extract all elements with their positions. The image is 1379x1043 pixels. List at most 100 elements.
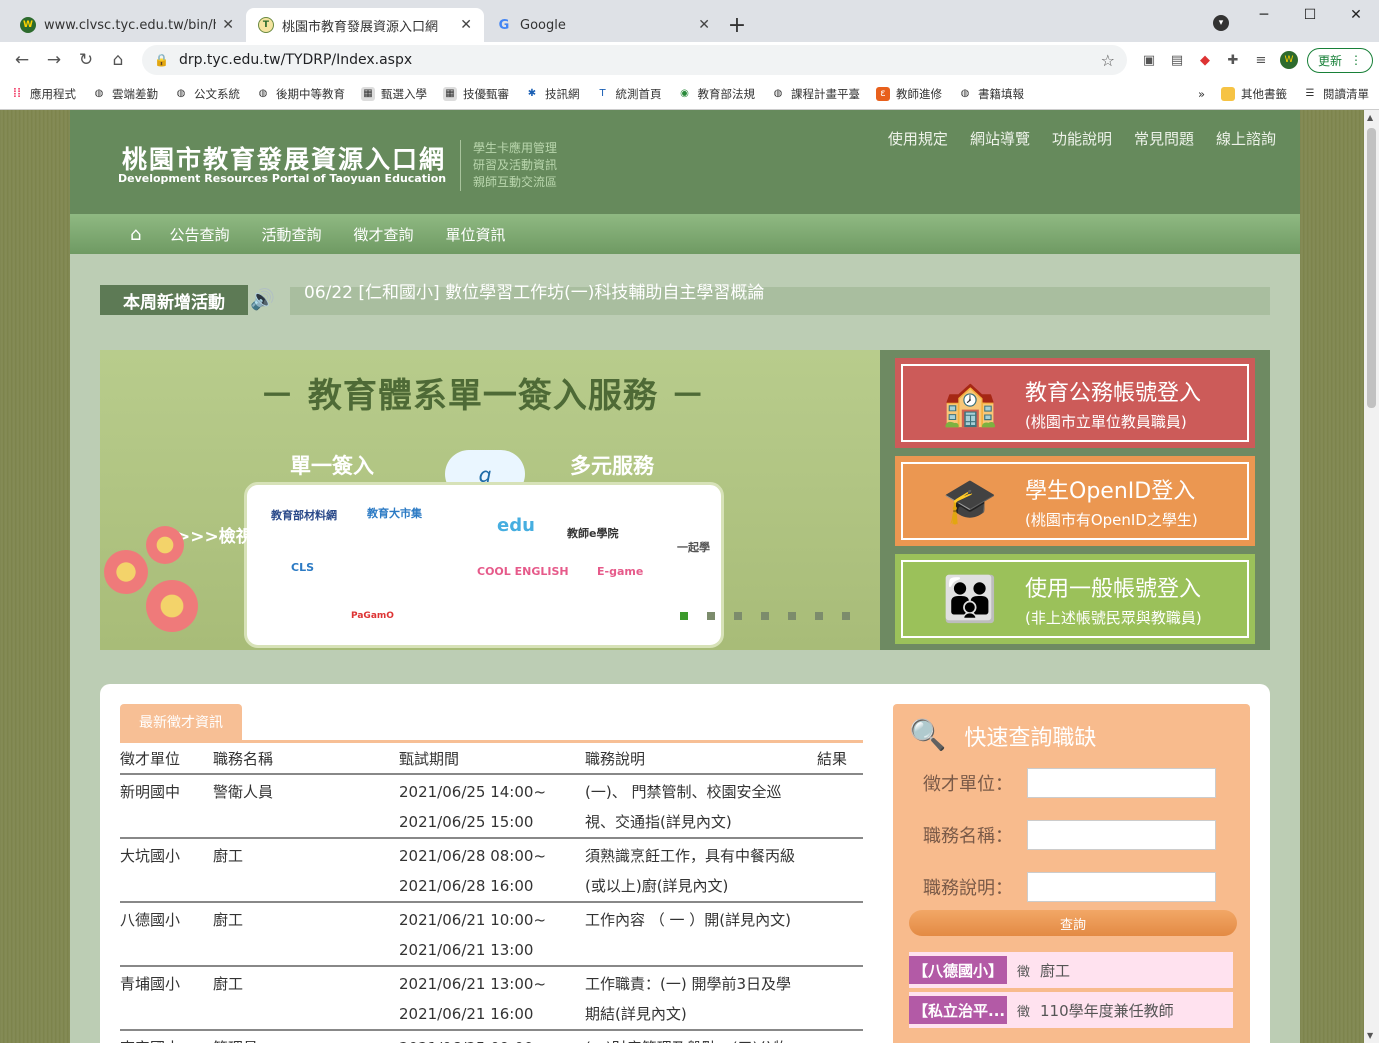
bookmarks-overflow-button[interactable]: » bbox=[1198, 87, 1205, 101]
tab-clvsc[interactable]: W www.clvsc.tyc.edu.tw/bin/home ✕ bbox=[8, 8, 246, 42]
jobs-tab[interactable]: 最新徵才資訊 bbox=[120, 704, 242, 740]
desc-input[interactable] bbox=[1027, 872, 1216, 902]
home-icon[interactable]: ⌂ bbox=[130, 224, 141, 245]
back-icon[interactable]: ← bbox=[6, 44, 38, 76]
media-icon[interactable]: ≡ bbox=[1247, 46, 1275, 74]
cell-period: 2021/06/25 09:00~ bbox=[399, 1030, 585, 1043]
cast-icon[interactable]: ▤ bbox=[1163, 46, 1191, 74]
bookmark-star-icon[interactable]: ☆ bbox=[1101, 51, 1115, 70]
bookmark-item[interactable]: ▦ 技優甄審 bbox=[443, 86, 509, 102]
carousel-dot[interactable] bbox=[734, 612, 742, 620]
nav-announcements[interactable]: 公告查詢 bbox=[169, 224, 229, 245]
bookmark-item[interactable]: ε 教師進修 bbox=[876, 86, 942, 102]
carousel-dot[interactable] bbox=[842, 612, 850, 620]
job-input[interactable] bbox=[1027, 820, 1216, 850]
table-row[interactable]: 新明國中 警衛人員 2021/06/25 14:00~ 2021/06/25 15… bbox=[120, 774, 863, 839]
period-start: 2021/06/25 14:00~ bbox=[399, 783, 547, 801]
link-features[interactable]: 功能說明 bbox=[1052, 128, 1112, 149]
bookmark-item[interactable]: ▦ 甄選入學 bbox=[361, 86, 427, 102]
link-consult[interactable]: 線上諮詢 bbox=[1216, 128, 1276, 149]
bookmark-item[interactable]: ✱ 技訊網 bbox=[525, 86, 580, 102]
tab-search-icon[interactable]: ▾ bbox=[1213, 15, 1229, 31]
content-panel: 最新徵才資訊 徵才單位 職務名稱 甄試期間 職務說明 結果 新明國中 警衛人員 bbox=[100, 684, 1270, 1043]
link-rules[interactable]: 使用規定 bbox=[888, 128, 948, 149]
bookmark-item[interactable]: ◍ 後期中等教育 bbox=[256, 86, 345, 102]
scroll-down-icon[interactable]: ▼ bbox=[1367, 1031, 1373, 1040]
home-icon[interactable]: ⌂ bbox=[102, 44, 134, 76]
cell-desc[interactable]: (一)財產管理及盤點；(三)公物 bbox=[585, 1030, 817, 1043]
tab-drp[interactable]: T 桃園市教育發展資源入口網 ✕ bbox=[246, 8, 484, 42]
forward-icon[interactable]: → bbox=[38, 44, 70, 76]
window-controls: ─ ☐ ✕ bbox=[1241, 0, 1379, 30]
new-tab-button[interactable]: + bbox=[722, 8, 752, 42]
site-title[interactable]: 桃園市教育發展資源入口網 bbox=[122, 140, 446, 176]
nav-activities[interactable]: 活動查詢 bbox=[261, 224, 321, 245]
logo-text: E-game bbox=[597, 565, 644, 578]
bookmark-item[interactable]: ◉ 教育部法規 bbox=[678, 86, 755, 102]
minimize-icon[interactable]: ─ bbox=[1241, 0, 1287, 30]
period-end: 2021/06/21 13:00 bbox=[399, 941, 534, 959]
scroll-up-icon[interactable]: ▲ bbox=[1367, 113, 1373, 122]
period-start: 2021/06/28 08:00~ bbox=[399, 847, 547, 865]
carousel-dot[interactable] bbox=[707, 612, 715, 620]
bookmark-item[interactable]: ◍ 書籍填報 bbox=[958, 86, 1024, 102]
bookmark-item[interactable]: ◍ 公文系統 bbox=[174, 86, 240, 102]
bookmark-item[interactable]: ◍ 課程計畫平臺 bbox=[771, 86, 860, 102]
close-tab-icon[interactable]: ✕ bbox=[460, 17, 472, 33]
table-row[interactable]: 八德國小 廚工 2021/06/21 10:00~ 2021/06/21 13:0… bbox=[120, 902, 863, 967]
reading-list[interactable]: ☰ 閱讀清單 bbox=[1303, 86, 1369, 102]
view-more-link[interactable]: >>>檢視更多 bbox=[176, 522, 287, 547]
close-tab-icon[interactable]: ✕ bbox=[698, 17, 710, 33]
carousel-dot[interactable] bbox=[761, 612, 769, 620]
reload-icon[interactable]: ↻ bbox=[70, 44, 102, 76]
cell-desc[interactable]: (一)、 門禁管制、校園安全巡 視、交通指(詳見內文) bbox=[585, 774, 817, 839]
tab-google[interactable]: G Google ✕ bbox=[484, 8, 722, 42]
extension-icon[interactable]: ▣ bbox=[1135, 46, 1163, 74]
address-bar[interactable]: 🔒 drp.tyc.edu.tw/TYDRP/Index.aspx ☆ bbox=[142, 45, 1127, 75]
quick-list-item[interactable]: 【私立治平... 徵 110學年度兼任教師 bbox=[909, 992, 1233, 1028]
desc-line: 期結(詳見內文) bbox=[585, 1005, 687, 1023]
scroll-thumb[interactable] bbox=[1367, 128, 1376, 408]
general-login-button[interactable]: 👪 使用一般帳號登入 (非上述帳號民眾與教職員) bbox=[895, 554, 1255, 644]
carousel-slide[interactable]: － 教育體系單一簽入服務 － 單一簽入 多元服務 ℊ 教育部材料網 教育大市集 … bbox=[100, 350, 880, 650]
unit-input[interactable] bbox=[1027, 768, 1216, 798]
cell-desc[interactable]: 工作內容 （ 一 ）開(詳見內文) bbox=[585, 902, 817, 967]
page-scrollbar[interactable]: ▲ ▼ bbox=[1364, 110, 1379, 1043]
logo-text: edu bbox=[497, 515, 535, 536]
moe-icon: ◉ bbox=[680, 88, 689, 99]
update-button[interactable]: 更新 ⋮ bbox=[1306, 47, 1373, 73]
link-sitemap[interactable]: 網站導覽 bbox=[970, 128, 1030, 149]
table-row[interactable]: 東安國中 管理員 2021/06/25 09:00~ (一)財產管理及盤點；(三… bbox=[120, 1030, 863, 1043]
bookmark-apps[interactable]: ⁞⁞ 應用程式 bbox=[10, 86, 76, 102]
login-title: 學生OpenID登入 bbox=[1025, 478, 1196, 504]
browser-chrome: W www.clvsc.tyc.edu.tw/bin/home ✕ T 桃園市教… bbox=[0, 0, 1379, 110]
extension-icon[interactable]: ◆ bbox=[1191, 46, 1219, 74]
table-row[interactable]: 青埔國小 廚工 2021/06/21 13:00~ 2021/06/21 16:0… bbox=[120, 966, 863, 1031]
period-start: 2021/06/21 10:00~ bbox=[399, 911, 547, 929]
puzzle-icon[interactable]: ✚ bbox=[1219, 46, 1247, 74]
search-button[interactable]: 查詢 bbox=[909, 910, 1237, 936]
ticker-text[interactable]: 06/22 [仁和國小] 數位學習工作坊(一)科技輔助自主學習概論 bbox=[290, 285, 1270, 315]
quick-search-title: 🔍 快速查詢職缺 bbox=[909, 718, 1096, 753]
nav-jobs[interactable]: 徵才查詢 bbox=[353, 224, 413, 245]
profile-avatar[interactable]: W bbox=[1275, 46, 1303, 74]
carousel-dot[interactable] bbox=[680, 612, 688, 620]
bookmark-item[interactable]: ◍ 雲端差勤 bbox=[92, 86, 158, 102]
tab-title: www.clvsc.tyc.edu.tw/bin/home bbox=[44, 17, 216, 33]
link-faq[interactable]: 常見問題 bbox=[1134, 128, 1194, 149]
bookmark-item[interactable]: T 統測首頁 bbox=[596, 86, 661, 102]
nav-units[interactable]: 單位資訊 bbox=[445, 224, 505, 245]
table-row[interactable]: 大坑國小 廚工 2021/06/28 08:00~ 2021/06/28 16:0… bbox=[120, 838, 863, 903]
close-window-icon[interactable]: ✕ bbox=[1333, 0, 1379, 30]
other-bookmarks[interactable]: 其他書籤 bbox=[1221, 86, 1287, 102]
maximize-icon[interactable]: ☐ bbox=[1287, 0, 1333, 30]
quick-list-item[interactable]: 【八德國小】 徵 廚工 bbox=[909, 952, 1233, 988]
close-tab-icon[interactable]: ✕ bbox=[222, 17, 234, 33]
cell-desc[interactable]: 須熟識烹飪工作，具有中餐丙級 (或以上)廚(詳見內文) bbox=[585, 838, 817, 903]
carousel-dot[interactable] bbox=[815, 612, 823, 620]
cell-desc[interactable]: 工作職責：(一) 開學前3日及學 期結(詳見內文) bbox=[585, 966, 817, 1031]
carousel-dot[interactable] bbox=[788, 612, 796, 620]
student-login-button[interactable]: 🎓 學生OpenID登入 (桃園市有OpenID之學生) bbox=[895, 456, 1255, 546]
gov-login-button[interactable]: 🏫 教育公務帳號登入 (桃園市立單位教員職員) bbox=[895, 358, 1255, 448]
lock-icon[interactable]: 🔒 bbox=[154, 53, 169, 67]
